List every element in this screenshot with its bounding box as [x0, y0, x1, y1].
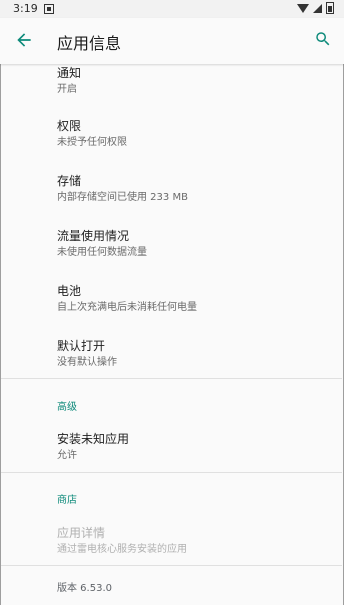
notification-icon — [44, 4, 54, 14]
status-bar: 3:19 — [0, 0, 344, 18]
item-subtitle: 允许 — [57, 450, 77, 461]
list-item-battery[interactable]: 电池 自上次充满电后未消耗任何电量 — [0, 282, 342, 324]
item-subtitle: 未授予任何权限 — [57, 137, 127, 148]
settings-list: 通知 开启 权限 未授予任何权限 存储 内部存储空间已使用 233 MB 流量使… — [0, 64, 344, 607]
list-item-permissions[interactable]: 权限 未授予任何权限 — [0, 117, 342, 159]
section-divider — [1, 378, 342, 379]
list-item-storage[interactable]: 存储 内部存储空间已使用 233 MB — [0, 172, 342, 214]
signal-icon — [313, 3, 322, 13]
item-subtitle: 未使用任何数据流量 — [57, 247, 147, 258]
item-subtitle: 通过雷电核心服务安装的应用 — [57, 544, 187, 555]
item-subtitle: 开启 — [57, 84, 77, 95]
section-header-advanced: 高级 — [57, 402, 77, 413]
list-item-notifications[interactable]: 通知 开启 — [0, 64, 342, 106]
battery-icon — [326, 2, 334, 14]
item-title: 电池 — [57, 284, 82, 298]
item-subtitle: 内部存储空间已使用 233 MB — [57, 192, 188, 203]
list-item-install-unknown-apps[interactable]: 安装未知应用 允许 — [0, 430, 342, 472]
page-title: 应用信息 — [57, 34, 122, 53]
status-time: 3:19 — [13, 2, 38, 15]
system-icons — [297, 2, 334, 14]
item-title: 存储 — [57, 174, 82, 188]
item-title: 默认打开 — [57, 339, 106, 353]
wifi-icon — [297, 3, 309, 13]
section-divider — [1, 472, 342, 473]
item-title: 应用详情 — [57, 526, 106, 540]
item-subtitle: 自上次充满电后未消耗任何电量 — [57, 302, 197, 313]
arrow-back-icon[interactable] — [14, 30, 34, 50]
list-item-app-details: 应用详情 通过雷电核心服务安装的应用 — [0, 524, 342, 566]
item-subtitle: 没有默认操作 — [57, 357, 117, 368]
item-title: 权限 — [57, 119, 82, 133]
item-title: 安装未知应用 — [57, 432, 130, 446]
app-version: 版本 6.53.0 — [57, 583, 112, 594]
item-title: 通知 — [57, 66, 82, 80]
app-toolbar: 应用信息 — [0, 18, 344, 64]
section-header-store: 商店 — [57, 495, 77, 506]
section-divider — [1, 565, 342, 566]
item-title: 流量使用情况 — [57, 229, 130, 243]
list-item-data-usage[interactable]: 流量使用情况 未使用任何数据流量 — [0, 227, 342, 269]
list-item-open-by-default[interactable]: 默认打开 没有默认操作 — [0, 337, 342, 379]
search-icon[interactable] — [314, 30, 332, 48]
